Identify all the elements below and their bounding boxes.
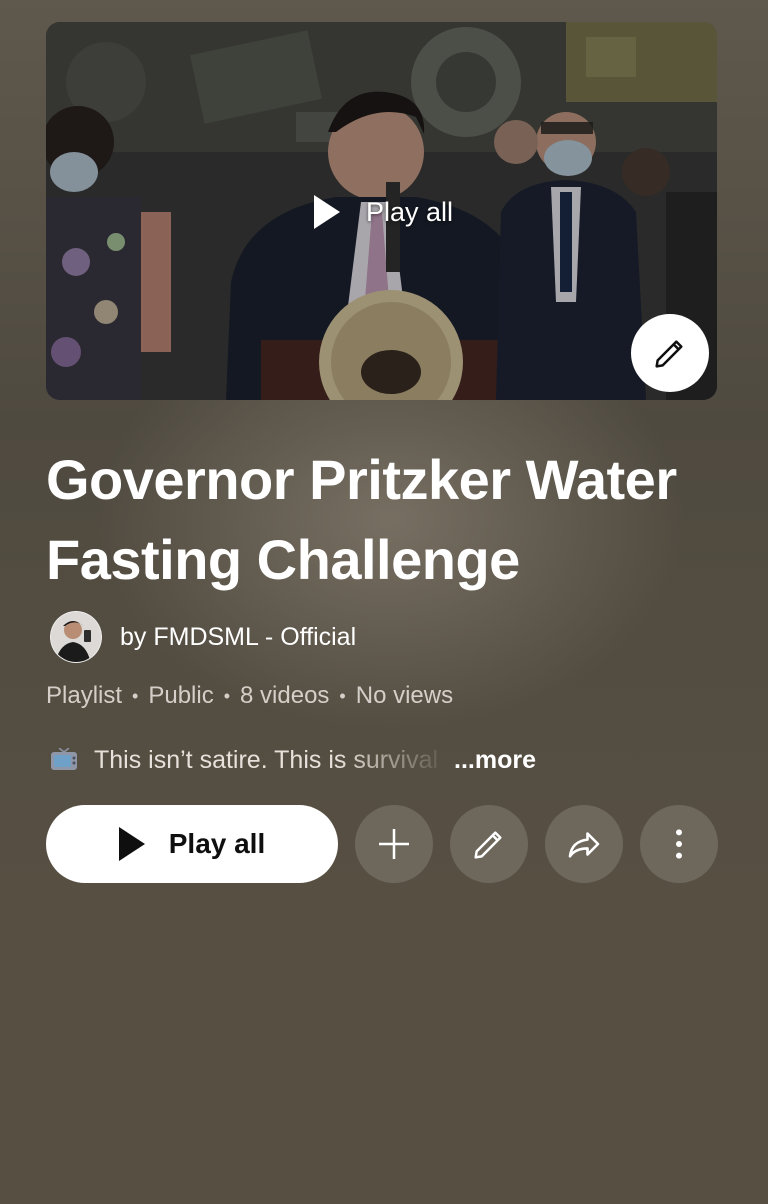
thumbnail-play-all-label: Play all [366,196,454,227]
avatar-image [51,612,101,662]
play-all-label: Play all [168,828,266,859]
separator-dot: • [223,685,231,706]
action-bar: Play all [46,805,718,883]
video-count: 8 videos [240,682,330,709]
edit-playlist-button[interactable] [450,805,528,883]
play-icon [118,827,145,861]
thumbnail-play-all[interactable]: Play all [314,192,453,232]
playlist-header: Play all Governor Pritzker Water Fasting… [0,0,768,1204]
more-vertical-icon [676,829,682,859]
edit-thumbnail-button[interactable] [631,314,709,392]
playlist-description[interactable]: This isn’t satire. This is survival ...m… [50,742,536,778]
share-icon [568,832,600,858]
separator-dot: • [132,685,139,706]
avatar[interactable] [50,611,102,663]
pencil-icon [474,831,502,859]
play-icon [314,195,340,229]
playlist-visibility: Public [148,682,214,709]
play-all-button[interactable]: Play all [46,805,338,883]
separator-dot: • [339,685,346,706]
plus-icon [379,829,409,859]
pencil-icon [655,340,683,368]
playlist-meta: Playlist • Public • 8 videos • No views [46,680,453,712]
playlist-type: Playlist [46,682,123,709]
view-count: No views [355,682,454,709]
playlist-owner[interactable]: by FMDSML - Official [50,610,356,664]
playlist-thumbnail[interactable]: Play all [46,22,717,400]
owner-name: by FMDSML - Official [120,622,357,651]
playlist-title: Governor Pritzker Water Fasting Challeng… [46,448,677,591]
description-text: This isn’t satire. This is survival [94,745,439,774]
more-actions-button[interactable] [640,805,718,883]
television-icon [51,748,77,770]
add-to-playlist-button[interactable] [355,805,433,883]
share-button[interactable] [545,805,623,883]
more-link[interactable]: ...more [454,746,536,775]
